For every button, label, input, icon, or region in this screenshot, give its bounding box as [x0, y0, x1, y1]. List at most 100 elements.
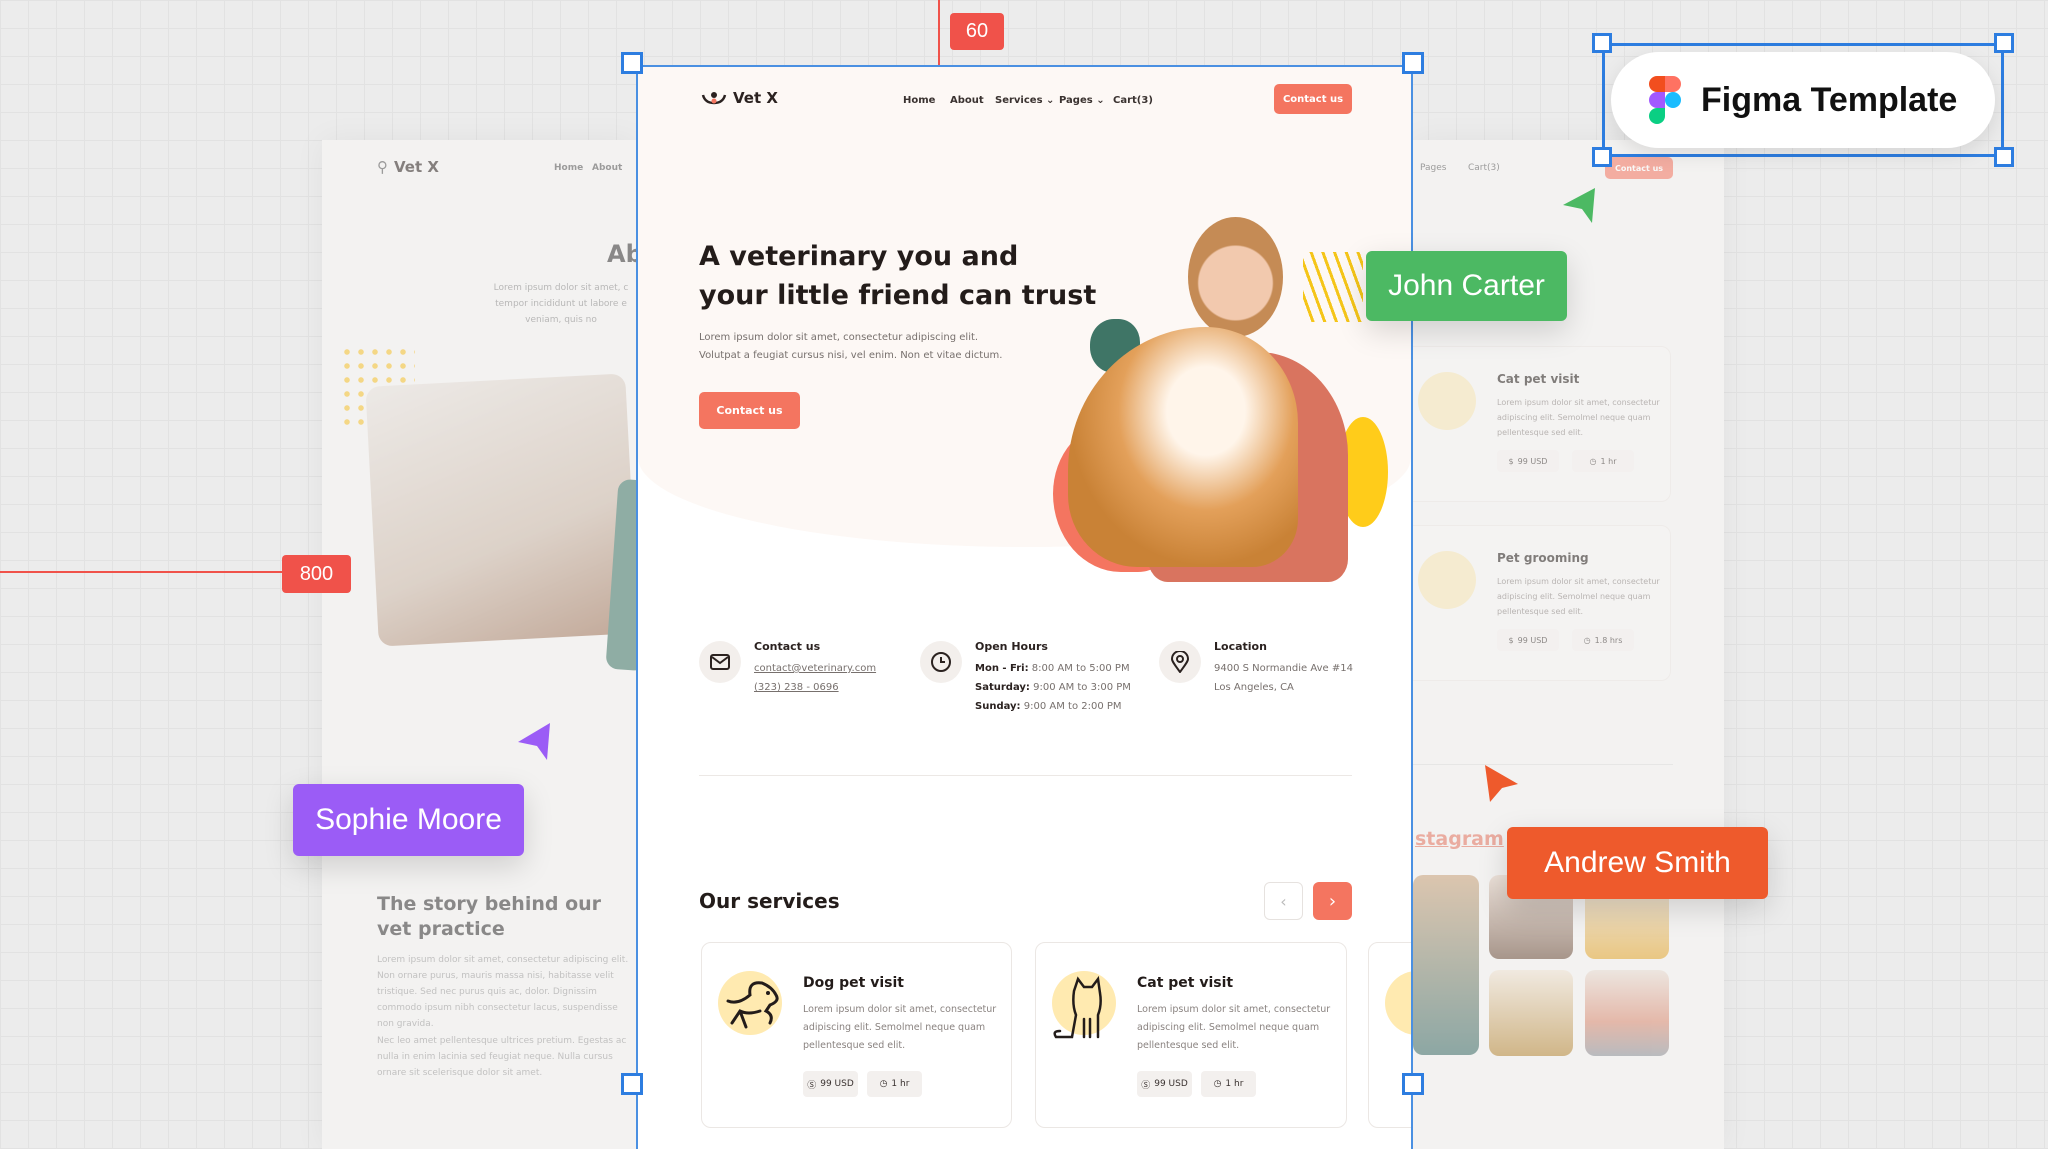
- brand: Vet X: [394, 158, 439, 176]
- service-card-dog[interactable]: Dog pet visit Lorem ipsum dolor sit amet…: [701, 942, 1012, 1128]
- figma-logo-icon: [1649, 76, 1681, 124]
- price-chip: Ⓢ 99 USD: [803, 1071, 858, 1097]
- hours-row: Sunday: 9:00 AM to 2:00 PM: [975, 701, 1122, 712]
- nav-services[interactable]: Services ⌄: [995, 95, 1054, 106]
- instagram-photo: [1585, 970, 1669, 1056]
- collaborator-label-john: John Carter: [1366, 251, 1567, 321]
- chevron-left-icon: ‹: [1280, 891, 1287, 911]
- logo[interactable]: Vet X: [701, 89, 778, 107]
- selection-handle[interactable]: [1994, 33, 2014, 53]
- card-title: Pet grooming: [1497, 551, 1589, 565]
- figma-template-badge: Figma Template: [1592, 33, 2014, 167]
- selection-handle[interactable]: [621, 1073, 643, 1095]
- right-contact-button: Contact us: [1605, 157, 1673, 179]
- carousel-prev-button[interactable]: ‹: [1264, 882, 1303, 920]
- dog-owner-photo: [365, 373, 636, 647]
- story-paragraph-1: Lorem ipsum dolor sit amet, consectetur …: [377, 955, 629, 1029]
- service-card-cat[interactable]: Cat pet visit Lorem ipsum dolor sit amet…: [1035, 942, 1347, 1128]
- ruler-guide-vertical: [938, 0, 940, 65]
- ruler-label-left: 800: [282, 555, 351, 593]
- services-title: Our services: [699, 889, 840, 913]
- left-heading: Ab: [607, 240, 636, 268]
- service-icon: [1385, 971, 1411, 1035]
- left-nav-about: About: [592, 163, 623, 173]
- divider: [1413, 764, 1673, 765]
- clock-icon: [920, 641, 962, 683]
- duration-chip: ◷ 1 hr: [1572, 450, 1634, 472]
- clock-icon: ◷: [1589, 456, 1597, 466]
- left-nav-home: Home: [554, 163, 584, 173]
- nav-pages[interactable]: Pages ⌄: [1059, 95, 1105, 106]
- card-text: Lorem ipsum dolor sit amet, consectetur …: [1137, 1004, 1331, 1051]
- hours-row: Mon - Fri: 8:00 AM to 5:00 PM: [975, 663, 1130, 674]
- dog-logo-icon: ⚲: [377, 158, 388, 176]
- story-title: The story behind our vet practice: [377, 893, 602, 940]
- service-card-partial[interactable]: [1368, 942, 1411, 1128]
- selection-handle[interactable]: [621, 52, 643, 74]
- mail-icon: [699, 641, 741, 683]
- dollar-icon: $: [1508, 456, 1514, 466]
- contact-email-link[interactable]: contact@veterinary.com: [754, 659, 876, 678]
- nav-contact-button[interactable]: Contact us: [1274, 84, 1352, 114]
- contact-phone-link[interactable]: (323) 238 - 0696: [754, 678, 839, 697]
- instagram-heading: stagram: [1415, 828, 1504, 850]
- duration-chip: ◷ 1 hr: [867, 1071, 922, 1097]
- hero-image: [1018, 147, 1411, 582]
- dollar-icon: Ⓢ: [1141, 1080, 1151, 1091]
- hero-contact-button[interactable]: Contact us: [699, 392, 800, 429]
- right-nav-pages: Pages: [1420, 163, 1447, 173]
- chevron-down-icon: ⌄: [1096, 95, 1105, 106]
- cat-icon: [1052, 971, 1116, 1039]
- location-pin-icon: [1159, 641, 1201, 683]
- cursor-arrow-icon: [1563, 188, 1595, 223]
- card-title: Cat pet visit: [1497, 372, 1580, 386]
- instagram-photo: [1413, 875, 1479, 1055]
- carousel-next-button[interactable]: ›: [1313, 882, 1352, 920]
- selection-handle[interactable]: [1592, 147, 1612, 167]
- dog-icon: [718, 971, 782, 1035]
- cursor-arrow-icon: [1485, 765, 1518, 802]
- dog-logo-icon: [701, 92, 727, 105]
- right-nav-cart: Cart(3): [1468, 163, 1500, 173]
- card-text: Lorem ipsum dolor sit amet, consectetur …: [803, 1004, 997, 1051]
- right-card-grooming: Pet grooming Lorem ipsum dolor sit amet,…: [1413, 525, 1671, 681]
- dollar-icon: Ⓢ: [807, 1080, 817, 1091]
- hero-text: Lorem ipsum dolor sit amet, consectetur …: [699, 332, 1003, 361]
- selection-handle[interactable]: [1402, 1073, 1424, 1095]
- hours-row: Saturday: 9:00 AM to 3:00 PM: [975, 682, 1131, 693]
- chevron-down-icon: ⌄: [1046, 95, 1055, 106]
- duration-chip: ◷ 1.8 hrs: [1572, 629, 1634, 651]
- story-paragraph-2: Nec leo amet pellentesque ultrices preti…: [377, 1036, 627, 1078]
- nav-home[interactable]: Home: [903, 95, 935, 106]
- nav-cart[interactable]: Cart(3): [1113, 95, 1153, 106]
- left-intro: Lorem ipsum dolor sit amet, c tempor inc…: [493, 283, 629, 325]
- card-title: Cat pet visit: [1137, 975, 1234, 991]
- collaborator-label-sophie: Sophie Moore: [293, 784, 524, 856]
- cat-icon: [1418, 372, 1476, 430]
- badge-label: Figma Template: [1701, 80, 1958, 119]
- clock-icon: ◷: [1583, 635, 1591, 645]
- card-title: Dog pet visit: [803, 975, 904, 991]
- selection-handle[interactable]: [1994, 147, 2014, 167]
- dollar-icon: $: [1508, 635, 1514, 645]
- hours-title: Open Hours: [975, 640, 1048, 653]
- brand-name: Vet X: [733, 89, 778, 107]
- nav-about[interactable]: About: [950, 95, 984, 106]
- card-text: Lorem ipsum dolor sit amet, consectetur …: [1497, 398, 1660, 437]
- selection-handle[interactable]: [1592, 33, 1612, 53]
- price-chip: Ⓢ 99 USD: [1137, 1071, 1192, 1097]
- price-chip: $99 USD: [1497, 629, 1559, 651]
- selection-handle[interactable]: [1402, 52, 1424, 74]
- clock-icon: ◷: [879, 1079, 888, 1089]
- chevron-right-icon: ›: [1328, 890, 1337, 912]
- main-page-frame: Vet X Home About Services ⌄ Pages ⌄ Cart…: [636, 65, 1413, 1149]
- location-line: 9400 S Normandie Ave #14: [1214, 663, 1353, 674]
- contact-title: Contact us: [754, 640, 821, 653]
- woman-head: [1188, 217, 1283, 337]
- left-logo: ⚲ Vet X: [377, 158, 439, 176]
- clock-icon: ◷: [1213, 1079, 1222, 1089]
- price-chip: $99 USD: [1497, 450, 1559, 472]
- divider: [699, 775, 1352, 776]
- ruler-label-top: 60: [950, 13, 1004, 50]
- card-text: Lorem ipsum dolor sit amet, consectetur …: [1497, 577, 1660, 616]
